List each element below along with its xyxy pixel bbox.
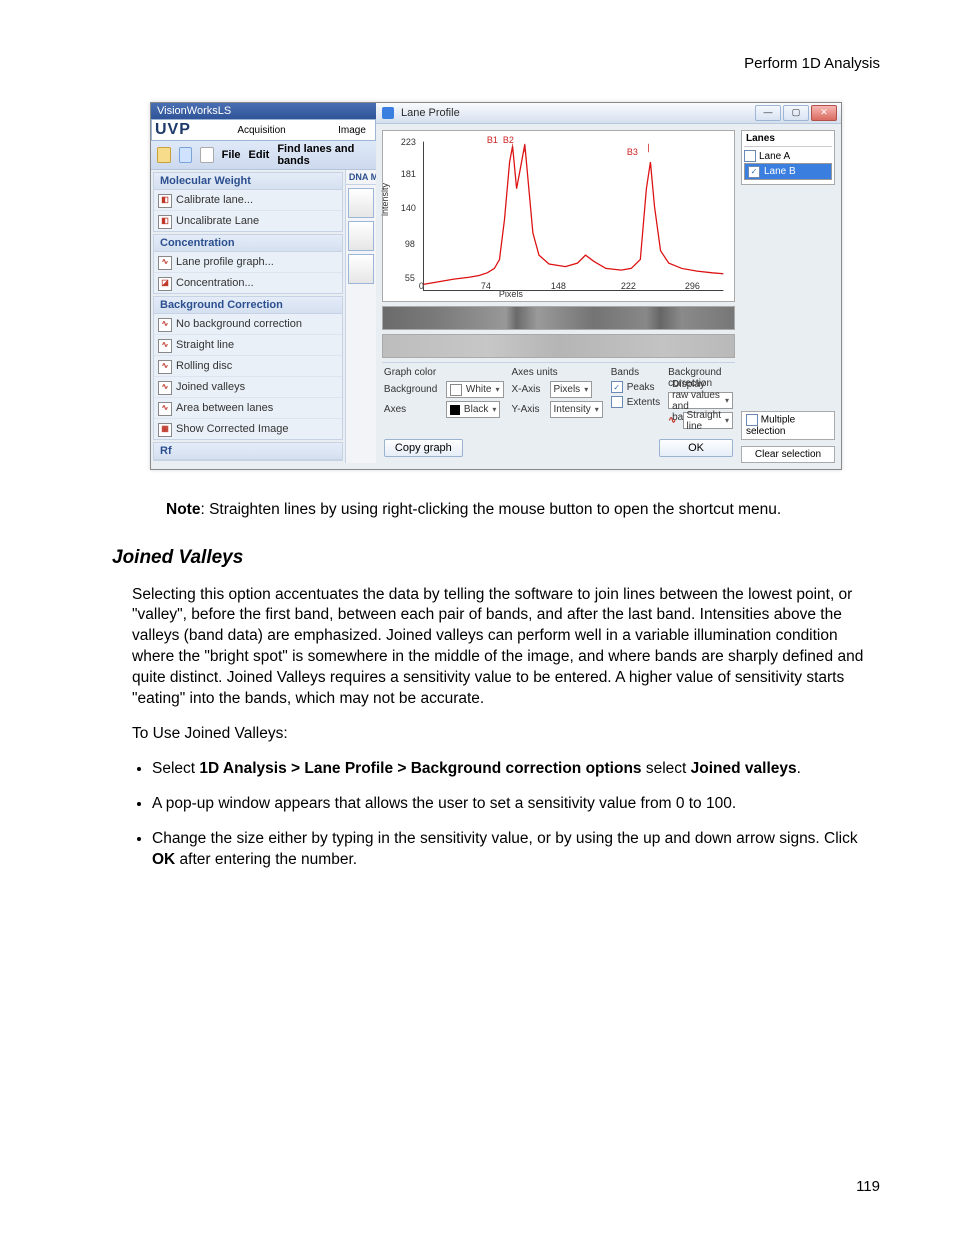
select-bg-correction[interactable]: Display raw values and baseline▾	[668, 392, 733, 409]
item-area-between-lanes[interactable]: ∿Area between lanes	[154, 398, 342, 419]
maximize-button[interactable]: ▢	[783, 105, 809, 121]
lane-profile-dialog: Lane Profile — ▢ ✕	[376, 103, 841, 469]
section-joined-valleys: Joined Valleys	[112, 545, 880, 571]
item-no-bg-correction[interactable]: ∿No background correction	[154, 314, 342, 335]
select-background-color[interactable]: White▾	[446, 381, 504, 398]
main-app-window: VisionWorksLS UVP Acquisition Image File…	[151, 103, 376, 469]
panel-background-correction: Background Correction ∿No background cor…	[153, 296, 343, 440]
xtick: 296	[685, 281, 700, 291]
lane-item-a[interactable]: Lane A	[744, 149, 832, 163]
thumb-3[interactable]	[348, 254, 374, 284]
strip-label: DNA Monochro	[346, 170, 376, 185]
check-extents[interactable]	[611, 396, 623, 408]
band-label-b2: B2	[503, 135, 514, 145]
instruction-list: Select 1D Analysis > Lane Profile > Back…	[152, 759, 880, 871]
corrected-image-strip	[382, 334, 735, 358]
image-strip: DNA Monochro	[345, 170, 376, 463]
panel-concentration: Concentration ∿Lane profile graph... ◪Co…	[153, 234, 343, 294]
item-calibrate-lane[interactable]: ◧Calibrate lane...	[154, 190, 342, 211]
band-label-b3: B3	[627, 147, 638, 157]
panel-header[interactable]: Concentration	[154, 235, 342, 252]
select-yaxis-units[interactable]: Intensity▾	[550, 401, 603, 418]
page-number: 119	[856, 1178, 880, 1195]
menu-file[interactable]: File	[222, 149, 241, 161]
item-straight-line[interactable]: ∿Straight line	[154, 335, 342, 356]
thumb-1[interactable]	[348, 188, 374, 218]
item-lane-profile-graph[interactable]: ∿Lane profile graph...	[154, 252, 342, 273]
panel-rf: Rf	[153, 442, 343, 461]
dialog-controls: Graph color Background White▾ Axes Black…	[382, 362, 735, 433]
dialog-icon	[382, 107, 394, 119]
xtick: 148	[551, 281, 566, 291]
page-header: Perform 1D Analysis	[112, 55, 880, 72]
panel-molecular-weight: Molecular Weight ◧Calibrate lane... ◧Unc…	[153, 172, 343, 232]
label-xaxis: X-Axis	[512, 384, 546, 395]
paragraph: To Use Joined Valleys:	[132, 724, 880, 745]
item-show-corrected-image[interactable]: ▦Show Corrected Image	[154, 419, 342, 439]
panel-header[interactable]: Background Correction	[154, 297, 342, 314]
item-uncalibrate-lane[interactable]: ◧Uncalibrate Lane	[154, 211, 342, 231]
copy-graph-button[interactable]: Copy graph	[384, 439, 463, 457]
ytick: 55	[405, 273, 415, 283]
lane-item-b[interactable]: ✓Lane B	[744, 163, 832, 180]
list-item: Change the size either by typing in the …	[152, 829, 880, 871]
toolbar: File Edit Find lanes and bands	[151, 141, 376, 170]
tab-acquisition[interactable]: Acquisition	[231, 125, 291, 136]
select-axes-color[interactable]: Black▾	[446, 401, 500, 418]
xtick: 74	[481, 281, 491, 291]
ytick: 181	[401, 169, 416, 179]
lanes-list: Lanes Lane A ✓Lane B	[741, 130, 835, 185]
list-item: A pop-up window appears that allows the …	[152, 794, 880, 815]
panel-header[interactable]: Molecular Weight	[154, 173, 342, 190]
app-logo-bar: UVP Acquisition Image	[151, 119, 376, 141]
select-straight-line[interactable]: Straight line▾	[683, 412, 733, 429]
ytick: 223	[401, 137, 416, 147]
label-axes: Axes	[384, 404, 442, 415]
close-button[interactable]: ✕	[811, 105, 837, 121]
list-item: Select 1D Analysis > Lane Profile > Back…	[152, 759, 880, 780]
item-rolling-disc[interactable]: ∿Rolling disc	[154, 356, 342, 377]
grid-icon[interactable]	[200, 147, 214, 163]
y-axis-label: intensity	[380, 183, 390, 216]
label-yaxis: Y-Axis	[512, 404, 546, 415]
find-lanes-button[interactable]: Find lanes and bands	[277, 143, 370, 167]
thumb-2[interactable]	[348, 221, 374, 251]
menu-edit[interactable]: Edit	[249, 149, 270, 161]
label-background: Background	[384, 384, 442, 395]
lane-profile-chart: intensity Pixels 223 181 140 98 55 0 7	[382, 130, 735, 302]
paragraph: Selecting this option accentuates the da…	[132, 585, 880, 711]
item-joined-valleys[interactable]: ∿Joined valleys	[154, 377, 342, 398]
save-icon[interactable]	[179, 147, 193, 163]
select-xaxis-units[interactable]: Pixels▾	[550, 381, 593, 398]
check-peaks[interactable]: ✓	[611, 381, 623, 393]
x-axis-label: Pixels	[499, 289, 523, 299]
label-graph-color: Graph color	[384, 367, 504, 378]
clear-selection-button[interactable]: Clear selection	[741, 446, 835, 463]
panel-header[interactable]: Rf	[154, 443, 342, 460]
lanes-header: Lanes	[744, 133, 832, 147]
dialog-title: Lane Profile	[382, 107, 460, 119]
straight-line-icon: ∿	[668, 415, 676, 426]
label-bands: Bands	[611, 367, 660, 378]
label-axes-units: Axes units	[512, 367, 603, 378]
check-multiple-selection[interactable]: Multiple selection	[741, 411, 835, 440]
app-titlebar: VisionWorksLS	[151, 103, 376, 119]
ytick: 140	[401, 203, 416, 213]
xtick: 222	[621, 281, 636, 291]
open-icon[interactable]	[157, 147, 171, 163]
ok-button[interactable]: OK	[659, 439, 733, 457]
tab-image[interactable]: Image	[332, 125, 372, 136]
item-concentration[interactable]: ◪Concentration...	[154, 273, 342, 293]
minimize-button[interactable]: —	[755, 105, 781, 121]
uvp-logo: UVP	[155, 121, 191, 139]
xtick: 0	[419, 281, 424, 291]
ytick: 98	[405, 239, 415, 249]
note-line: Note: Straighten lines by using right-cl…	[166, 500, 880, 521]
band-label-b1: B1	[487, 135, 498, 145]
screenshot: VisionWorksLS UVP Acquisition Image File…	[150, 102, 880, 470]
